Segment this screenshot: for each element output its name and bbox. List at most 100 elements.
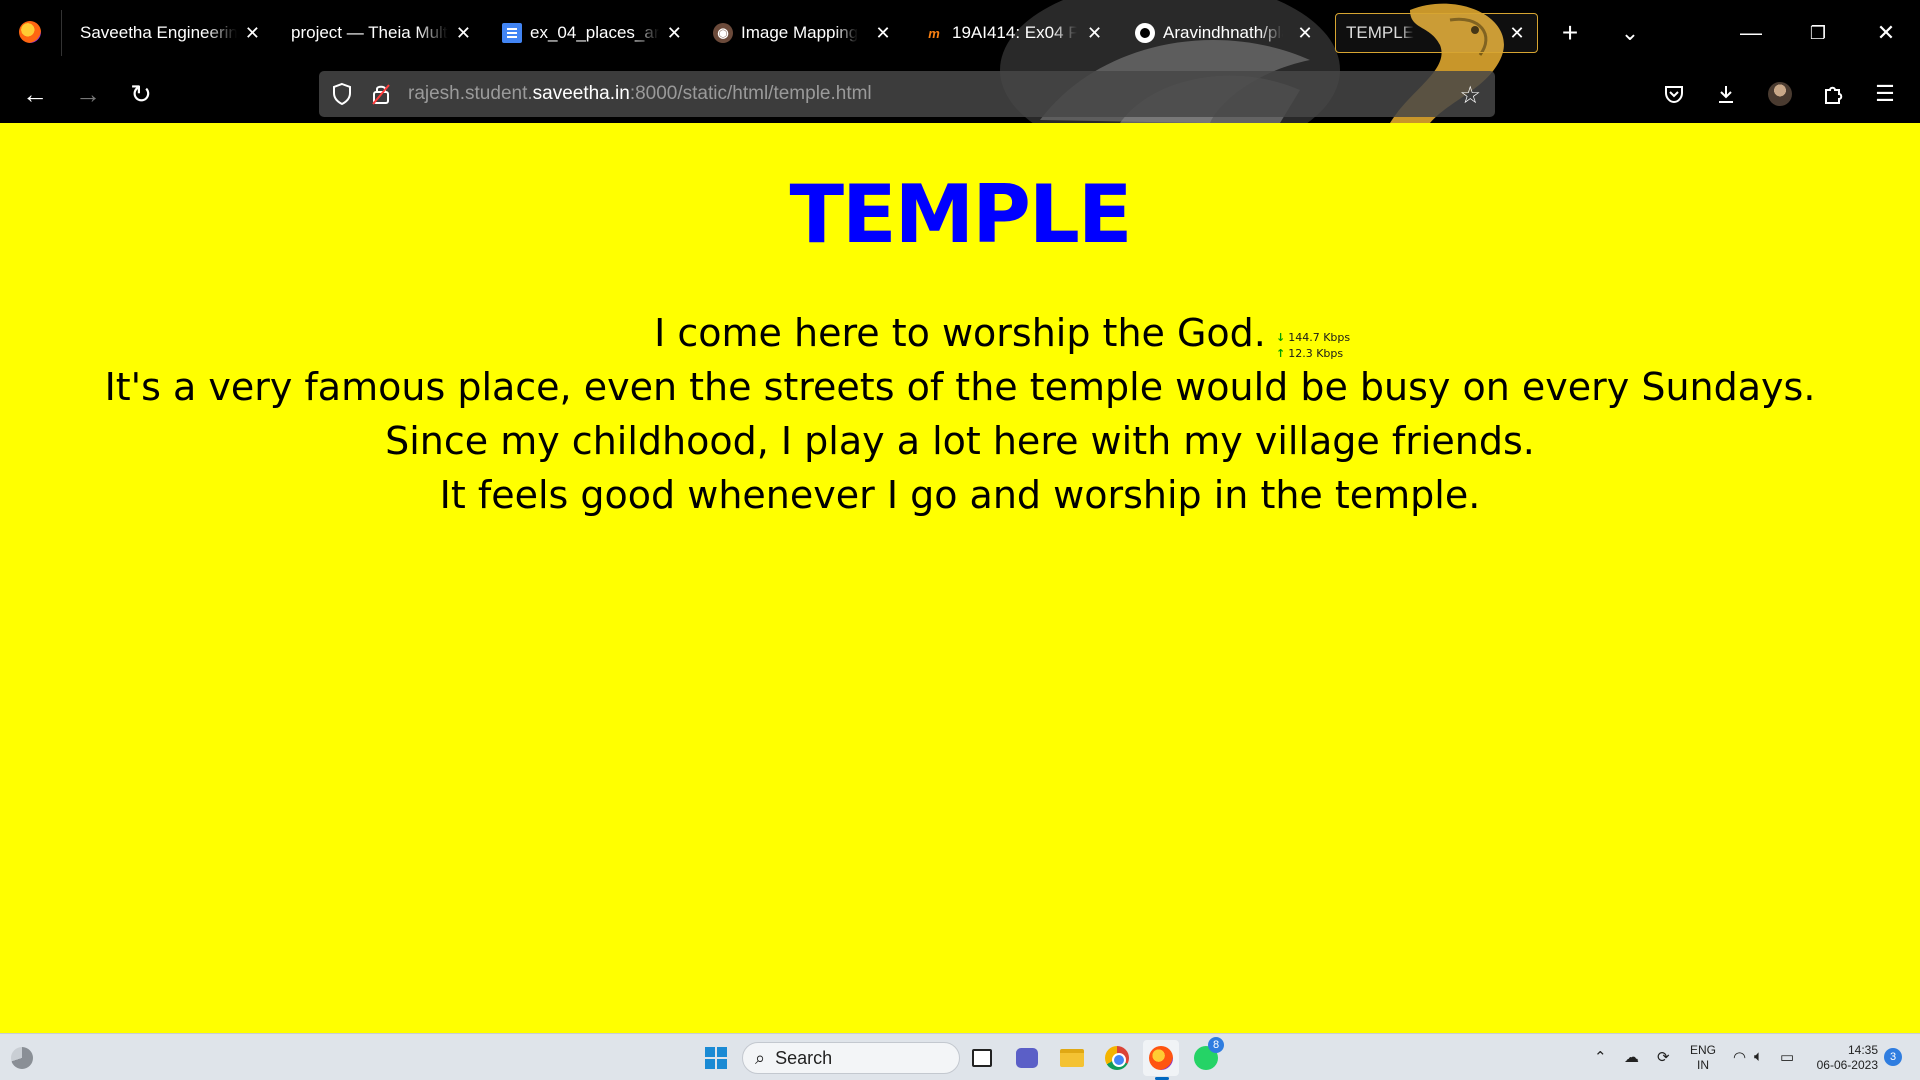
network-speed-overlay: ↓ 144.7 Kbps ↑ 12.3 Kbps bbox=[1276, 330, 1350, 362]
text-line: Since my childhood, I play a lot here wi… bbox=[385, 419, 1535, 463]
sync-icon[interactable]: ⟳ bbox=[1657, 1048, 1670, 1066]
github-icon bbox=[1135, 23, 1155, 43]
downloads-button[interactable] bbox=[1706, 74, 1746, 114]
clock-date: 06-06-2023 bbox=[1816, 1058, 1878, 1072]
close-icon[interactable]: ✕ bbox=[873, 23, 893, 43]
avatar bbox=[1768, 82, 1792, 106]
firefox-view-button[interactable] bbox=[10, 12, 50, 52]
owl-icon: ◉ bbox=[713, 23, 733, 43]
battery-icon[interactable]: ▭ bbox=[1780, 1048, 1794, 1066]
restore-button[interactable]: ❐ bbox=[1798, 13, 1838, 53]
language-indicator[interactable]: ENG IN bbox=[1690, 1043, 1716, 1073]
account-button[interactable] bbox=[1760, 74, 1800, 114]
url-suffix: :8000/static/html/temple.html bbox=[629, 83, 872, 104]
address-bar[interactable]: rajesh.student.saveetha.in:8000/static/h… bbox=[319, 71, 1495, 117]
tab-label: TEMPLE bbox=[1346, 23, 1415, 42]
clock-time: 14:35 bbox=[1847, 1043, 1878, 1057]
close-icon[interactable]: ✕ bbox=[456, 23, 471, 43]
url-text[interactable]: rajesh.student.saveetha.in:8000/static/h… bbox=[408, 83, 872, 105]
download-arrow-icon: ↓ bbox=[1276, 331, 1286, 344]
tab-label: 19AI414: Ex04 Places bbox=[952, 23, 1077, 42]
list-all-tabs-button[interactable]: ⌄ bbox=[1610, 13, 1650, 53]
tab-saveetha[interactable]: Saveetha Engineering College ✕ bbox=[70, 13, 270, 53]
extensions-button[interactable] bbox=[1813, 74, 1853, 114]
firefox-taskbar-button[interactable] bbox=[1143, 1040, 1179, 1080]
close-icon[interactable]: ✕ bbox=[1507, 23, 1527, 43]
pocket-icon bbox=[1665, 86, 1683, 104]
minimize-button[interactable]: — bbox=[1731, 13, 1771, 53]
text-line: It feels good whenever I go and worship … bbox=[439, 473, 1481, 517]
web-page: TEMPLE I come here to worship the God. I… bbox=[0, 123, 1920, 1033]
firefox-logo-icon bbox=[19, 21, 41, 43]
start-button[interactable] bbox=[698, 1040, 734, 1076]
insecure-lock-icon[interactable] bbox=[370, 82, 392, 106]
forward-button[interactable]: → bbox=[68, 74, 108, 114]
upload-arrow-icon: ↑ bbox=[1276, 347, 1286, 360]
tab-temple[interactable]: TEMPLE ✕ bbox=[1335, 13, 1538, 53]
task-view-icon bbox=[972, 1049, 992, 1067]
whatsapp-button[interactable]: 8 bbox=[1188, 1037, 1224, 1076]
bookmark-star-icon[interactable]: ☆ bbox=[1459, 81, 1481, 110]
moodle-icon: m bbox=[928, 25, 940, 41]
browser-chrome: Saveetha Engineering College ✕ project —… bbox=[0, 0, 1920, 123]
tab-github[interactable]: Aravindhnath/places ✕ bbox=[1125, 13, 1325, 53]
taskbar-search-box[interactable]: ⌕ Search bbox=[742, 1042, 960, 1074]
close-icon[interactable]: ✕ bbox=[245, 23, 260, 43]
task-view-button[interactable] bbox=[964, 1040, 1000, 1076]
download-speed: 144.7 Kbps bbox=[1288, 331, 1351, 344]
url-prefix: rajesh.student. bbox=[408, 83, 533, 104]
system-clock[interactable]: 14:35 06-06-2023 bbox=[1800, 1043, 1878, 1073]
close-window-button[interactable]: ✕ bbox=[1866, 13, 1906, 53]
page-body-text: I come here to worship the God. It's a v… bbox=[0, 306, 1920, 522]
chevron-up-icon[interactable]: ⌃ bbox=[1594, 1048, 1607, 1066]
close-icon[interactable]: ✕ bbox=[667, 23, 682, 43]
weather-widget-icon bbox=[11, 1047, 33, 1069]
close-icon[interactable]: ✕ bbox=[1085, 23, 1104, 43]
windows-logo-icon bbox=[705, 1047, 727, 1069]
new-tab-button[interactable]: + bbox=[1550, 13, 1590, 53]
tracking-protection-shield-icon[interactable] bbox=[331, 82, 353, 106]
text-line: I come here to worship the God. bbox=[654, 311, 1266, 355]
tab-label: ex_04_places_around bbox=[530, 23, 659, 42]
close-icon[interactable]: ✕ bbox=[1295, 23, 1315, 43]
windows-taskbar: ⌕ Search 8 ⌃ ☁ ⟳ ENG IN ◠ 🔈︎ ▭ 14:35 06-… bbox=[0, 1033, 1920, 1080]
tab-moodle[interactable]: m 19AI414: Ex04 Places ✕ bbox=[914, 13, 1114, 53]
text-line: It's a very famous place, even the stree… bbox=[104, 365, 1816, 409]
wifi-icon[interactable]: ◠ bbox=[1733, 1048, 1746, 1066]
teams-icon bbox=[1016, 1048, 1038, 1068]
upload-speed: 12.3 Kbps bbox=[1288, 347, 1344, 360]
chrome-button[interactable] bbox=[1099, 1040, 1135, 1076]
tab-theia[interactable]: project — Theia Multi-Language ✕ bbox=[281, 13, 481, 53]
hamburger-menu-button[interactable]: ☰ bbox=[1865, 74, 1905, 114]
tab-label: Image Mapping bbox=[741, 23, 859, 42]
teams-chat-button[interactable] bbox=[1009, 1040, 1045, 1076]
language-region: IN bbox=[1697, 1058, 1709, 1072]
tab-image-mapping[interactable]: ◉ Image Mapping ✕ bbox=[703, 13, 903, 53]
navigation-toolbar: ← → ↻ rajesh.student.saveetha.in:8000/st… bbox=[0, 66, 1920, 123]
search-icon: ⌕ bbox=[755, 1047, 766, 1068]
onedrive-cloud-icon[interactable]: ☁ bbox=[1624, 1048, 1639, 1066]
tab-bar: Saveetha Engineering College ✕ project —… bbox=[0, 0, 1920, 66]
tab-label: Aravindhnath/places bbox=[1163, 23, 1283, 42]
reload-button[interactable]: ↻ bbox=[121, 74, 161, 114]
file-explorer-button[interactable] bbox=[1054, 1040, 1090, 1076]
tab-separator bbox=[61, 10, 62, 56]
google-docs-icon bbox=[502, 23, 522, 43]
hamburger-icon: ☰ bbox=[1875, 81, 1895, 106]
chrome-icon bbox=[1105, 1046, 1129, 1070]
whatsapp-badge: 8 bbox=[1208, 1037, 1224, 1053]
search-label: Search bbox=[775, 1047, 833, 1068]
firefox-icon bbox=[1149, 1046, 1173, 1070]
widgets-button[interactable] bbox=[4, 1040, 40, 1076]
volume-icon[interactable]: 🔈︎ bbox=[1754, 1048, 1763, 1065]
pocket-button[interactable] bbox=[1654, 74, 1694, 114]
url-host: saveetha.in bbox=[532, 83, 630, 104]
folder-icon bbox=[1060, 1049, 1084, 1067]
download-icon bbox=[1719, 86, 1733, 103]
notification-badge[interactable]: 3 bbox=[1884, 1048, 1902, 1066]
back-button[interactable]: ← bbox=[15, 74, 55, 114]
puzzle-icon bbox=[1825, 86, 1843, 104]
tab-google-doc[interactable]: ex_04_places_around ✕ bbox=[492, 13, 692, 53]
tab-label: project — Theia Multi-Language bbox=[291, 23, 448, 42]
tab-label: Saveetha Engineering College bbox=[80, 23, 237, 42]
